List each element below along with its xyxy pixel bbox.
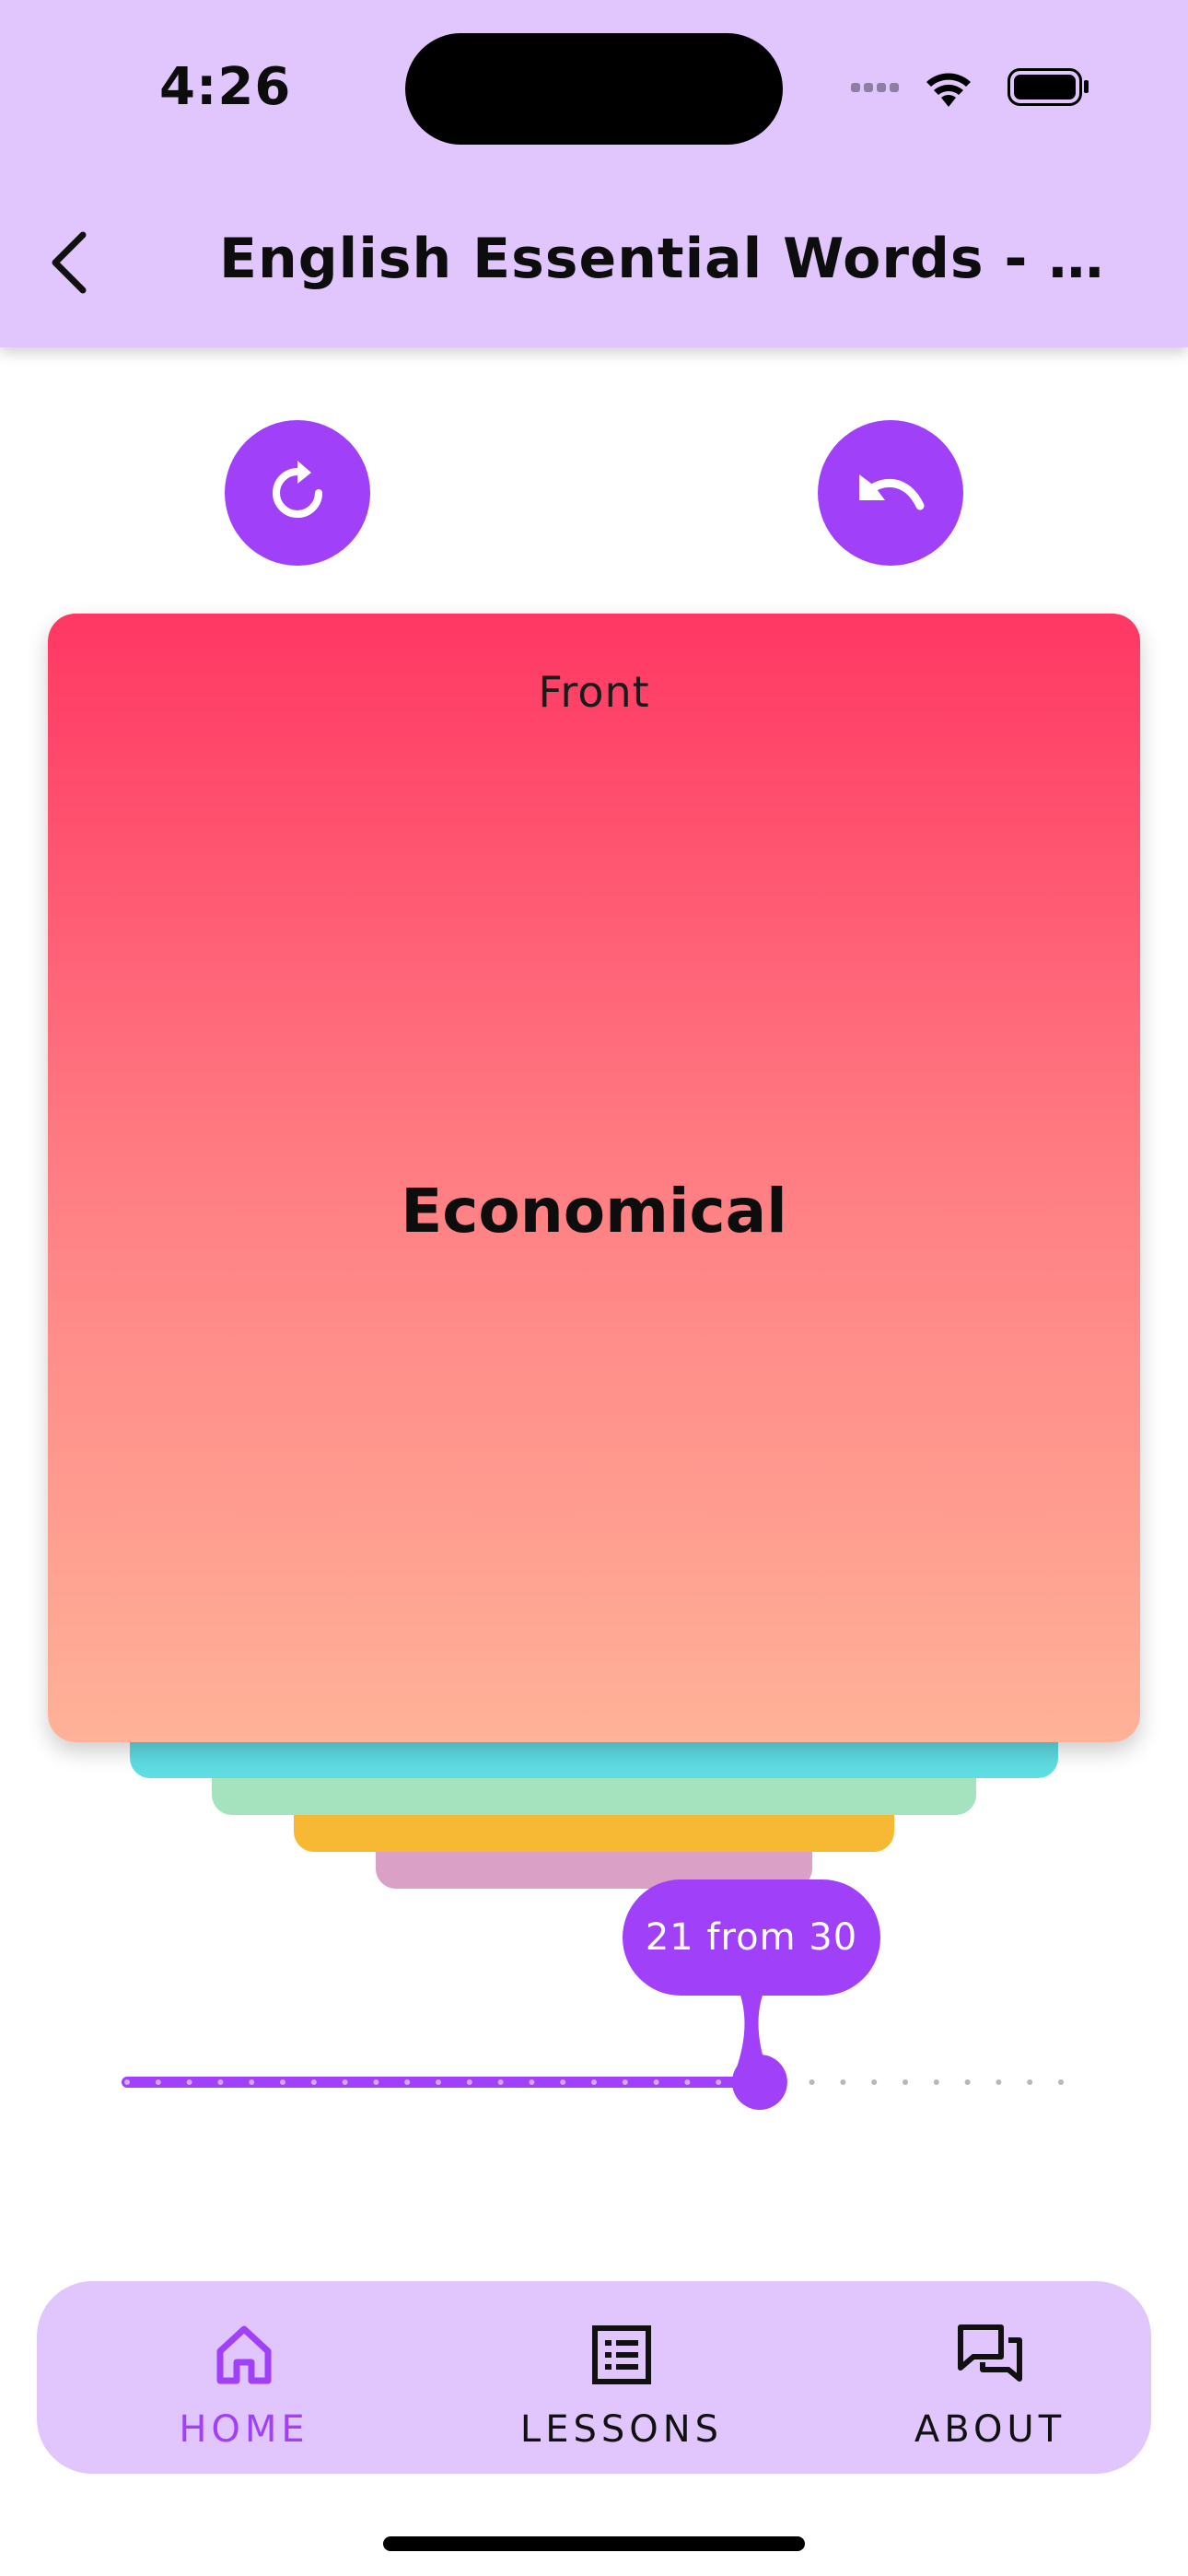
card-side-label: Front xyxy=(538,667,650,717)
slider-tick xyxy=(1027,2079,1033,2085)
undo-icon xyxy=(859,474,925,510)
battery-icon xyxy=(1007,68,1089,106)
slider-tick xyxy=(996,2079,1002,2085)
nav-label-home: HOME xyxy=(179,2408,309,2451)
progress-label: 21 from 30 xyxy=(645,1916,858,1959)
slider-tick xyxy=(560,2079,566,2085)
bottom-nav: HOME LESSONS ABOUT xyxy=(37,2281,1151,2474)
card-word: Economical xyxy=(401,1176,787,1247)
slider-tick xyxy=(497,2079,504,2085)
slider-tick xyxy=(716,2079,722,2085)
cellular-signal-icon xyxy=(851,83,899,92)
nav-item-lessons[interactable]: LESSONS xyxy=(465,2281,778,2474)
reset-button[interactable] xyxy=(225,420,370,566)
slider-tick xyxy=(903,2079,908,2085)
slider-tick xyxy=(466,2079,472,2085)
slider-tick xyxy=(622,2079,628,2085)
slider-tick xyxy=(249,2079,255,2085)
nav-item-home[interactable]: HOME xyxy=(120,2281,368,2474)
slider-tick xyxy=(1058,2079,1064,2085)
status-icons xyxy=(851,68,1089,107)
slider-tick xyxy=(933,2079,939,2085)
slider-tick xyxy=(684,2079,691,2085)
slider-tick xyxy=(809,2079,815,2085)
slider-thumb xyxy=(731,2055,787,2110)
nav-item-about[interactable]: ABOUT xyxy=(866,2281,1114,2474)
progress-slider[interactable] xyxy=(120,2055,1068,2110)
slider-tick xyxy=(280,2079,285,2085)
slider-tick xyxy=(591,2079,597,2085)
nav-label-about: ABOUT xyxy=(914,2408,1066,2451)
page-title: English Essential Words - Part 1 xyxy=(219,227,1140,291)
nav-label-lessons: LESSONS xyxy=(519,2408,724,2451)
list-icon xyxy=(592,2325,651,2384)
slider-tick xyxy=(217,2079,224,2085)
slider-tick xyxy=(155,2079,161,2085)
slider-tick xyxy=(186,2079,192,2085)
slider-tick xyxy=(871,2079,878,2085)
chevron-left-icon xyxy=(52,231,87,294)
slider-tick xyxy=(653,2079,659,2085)
slider-tick xyxy=(373,2079,379,2085)
status-time: 4:26 xyxy=(159,57,292,117)
back-button[interactable] xyxy=(37,221,101,304)
slider-tick xyxy=(404,2079,411,2085)
chat-icon xyxy=(958,2324,1022,2382)
progress-tooltip: 21 from 30 xyxy=(623,1879,880,1996)
slider-tick xyxy=(840,2079,846,2085)
slider-tick xyxy=(342,2079,348,2085)
home-indicator xyxy=(383,2536,805,2551)
slider-tick xyxy=(436,2079,441,2085)
refresh-icon xyxy=(273,461,322,518)
dynamic-island xyxy=(405,33,783,145)
slider-tick xyxy=(124,2079,130,2085)
wifi-icon xyxy=(926,73,971,107)
slider-tick xyxy=(529,2079,535,2085)
flashcard[interactable]: Front Economical xyxy=(48,614,1140,1742)
slider-tick xyxy=(310,2079,317,2085)
app-header: 4:26 English Essential Words - Part 1 xyxy=(0,0,1188,347)
home-icon xyxy=(216,2325,272,2384)
undo-button[interactable] xyxy=(818,420,963,566)
slider-tick xyxy=(964,2079,971,2085)
